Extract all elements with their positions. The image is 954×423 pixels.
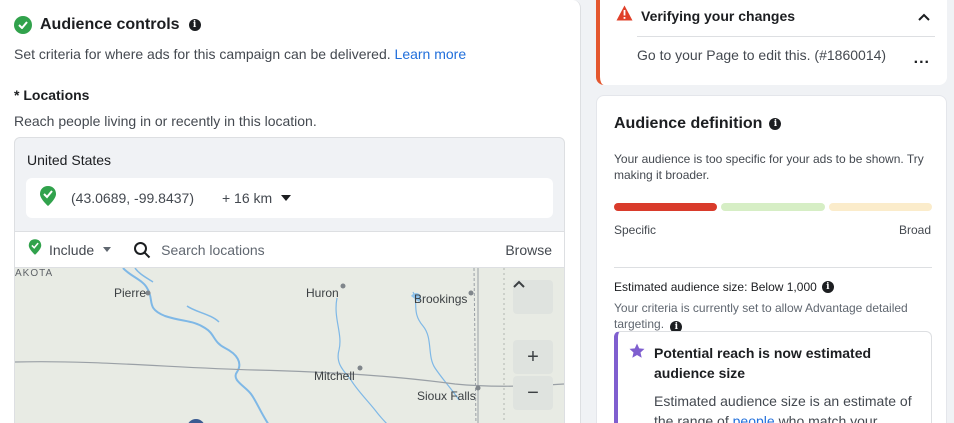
star-icon [629,343,645,364]
map-label-state: AKOTA [15,268,54,279]
criteria-note-text: Your criteria is currently set to allow … [614,301,908,331]
estimated-size-text: Estimated audience size: Below 1,000 [614,280,817,294]
pin-radius[interactable]: + 16 km [222,190,272,206]
audience-definition-description: Your audience is too specific for your a… [614,152,924,182]
include-label: Include [49,241,95,258]
divider [614,267,932,268]
audience-controls-title: Audience controls [40,16,180,33]
estimated-audience-size: Estimated audience size: Below 1,000 i [614,280,834,294]
meter-segment-middle [721,203,825,211]
map-label-huron: Huron [306,286,339,300]
map-label-sioux-falls: Sioux Falls [417,389,476,403]
pin-coordinates: (43.0689, -99.8437) [71,190,194,206]
meter-label-broad: Broad [898,223,931,237]
reach-title: Potential reach is now estimated audienc… [654,345,872,381]
map-pin-icon [39,185,57,211]
map-zoom-out-button[interactable]: − [513,376,553,410]
audience-controls-card: Audience controls i Set criteria for whe… [0,0,581,423]
search-locations-input[interactable] [161,241,462,258]
more-options-button[interactable]: ... [914,50,930,68]
search-icon [133,241,151,259]
map-label-pierre: Pierre [114,286,147,300]
check-circle-icon [14,16,32,34]
map-label-brookings: Brookings [414,292,468,306]
location-search-row: Include Browse [15,231,564,268]
include-dropdown[interactable]: Include [28,239,112,260]
verify-message: Go to your Page to edit this. (#1860014) [637,47,887,63]
info-icon[interactable]: i [769,118,782,130]
chevron-down-icon [103,247,112,252]
audience-definition-card: Audience definition i Your audience is t… [596,95,947,423]
location-map[interactable]: AKOTA Pierre Huron Brookings Mitchell Si… [15,268,564,423]
divider [637,36,935,37]
verify-header: Verifying your changes [616,5,795,26]
audience-definition-title: Audience definition i [614,115,782,133]
learn-more-link[interactable]: Learn more [395,46,467,62]
locations-description: Reach people living in or recently in th… [14,113,317,129]
locations-label: * Locations [14,87,90,103]
potential-reach-notice: Potential reach is now estimated audienc… [614,331,932,423]
verify-title: Verifying your changes [641,7,796,24]
meter-label-specific: Specific [614,223,657,237]
map-label-mitchell: Mitchell [314,369,355,383]
people-link[interactable]: people [733,413,775,423]
audience-controls-header: Audience controls i [14,16,201,34]
verify-changes-card: Verifying your changes Go to your Page t… [596,0,947,85]
map-pin-icon [28,239,42,260]
audience-definition-title-text: Audience definition [614,115,763,132]
info-icon[interactable]: i [821,281,834,293]
audience-controls-description: Set criteria for where ads for this camp… [14,46,466,62]
meter-segment-broad [828,203,932,211]
chevron-up-icon [513,280,525,288]
chevron-down-icon[interactable] [281,195,292,201]
reach-body: Estimated audience size is an estimate o… [654,391,924,423]
audience-breadth-meter [614,203,932,211]
description-text: Set criteria for where ads for this camp… [14,46,391,62]
meter-segment-specific [614,203,718,211]
criteria-note: Your criteria is currently set to allow … [614,300,934,333]
location-pin-row[interactable]: (43.0689, -99.8437) + 16 km [26,178,553,218]
reach-body-suffix: who match your [778,413,878,423]
warning-icon [616,5,633,26]
map-graphics [15,268,564,423]
info-icon[interactable]: i [188,19,201,31]
map-zoom-in-button[interactable]: + [513,340,553,374]
chevron-up-icon[interactable] [918,8,930,26]
country-label: United States [27,152,112,168]
locations-box: United States (43.0689, -99.8437) + 16 k… [14,137,565,423]
browse-button[interactable]: Browse [505,242,552,258]
map-collapse-button[interactable] [513,280,553,314]
